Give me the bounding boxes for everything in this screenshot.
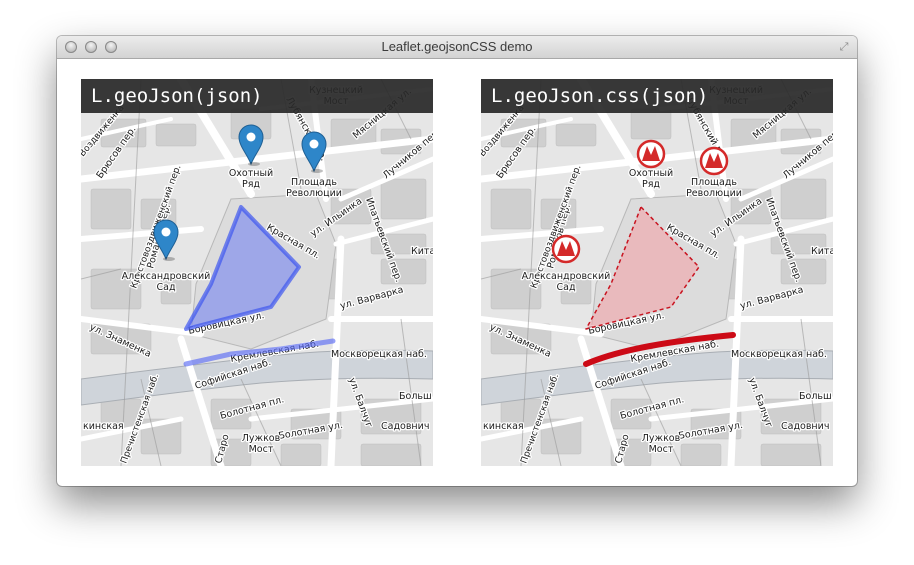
label-sadovnich: Садовнич xyxy=(781,421,829,432)
fullscreen-icon[interactable]: ⤢ xyxy=(837,40,851,54)
label-ploshchad-revolyutsii: Площадь Революции xyxy=(286,177,342,199)
metro-logo-icon xyxy=(551,234,581,264)
label-bolshaya: Больш xyxy=(399,391,432,402)
label-sadovnich: Садовнич xyxy=(381,421,429,432)
label-ploshchad-revolyutsii: Площадь Революции xyxy=(686,177,742,199)
label-bolshaya: Больш xyxy=(799,391,832,402)
map-css-geojson[interactable]: КузнецкийМостМясницкая ул.Лубянский пр.Б… xyxy=(481,79,833,466)
label-kitay: Китай xyxy=(411,246,433,257)
window-title: Leaflet.geojsonCSS demo xyxy=(381,39,533,54)
marker-okhotny-ryad[interactable] xyxy=(636,139,666,169)
label-kropotkinskaya: кинская xyxy=(483,421,524,432)
marker-alexandrovsky-sad[interactable] xyxy=(551,234,581,264)
map-header-css: L.geoJson.css(json) xyxy=(481,79,833,113)
marker-ploshchad-revolyutsii[interactable] xyxy=(699,146,729,176)
metro-logo-icon xyxy=(636,139,666,169)
title-bar[interactable]: Leaflet.geojsonCSS demo ⤢ xyxy=(57,36,857,59)
label-moskvoretskaya: Москворецкая наб. xyxy=(731,349,827,360)
browser-window: Leaflet.geojsonCSS demo ⤢ КузнецкийМостМ… xyxy=(57,36,857,486)
map-default-geojson[interactable]: КузнецкийМостМясницкая ул.Лубянский пр.Б… xyxy=(81,79,433,466)
label-moskvoretskaya: Москворецкая наб. xyxy=(331,349,427,360)
map-header-default: L.geoJson(json) xyxy=(81,79,433,113)
label-kropotkinskaya: кинская xyxy=(83,421,124,432)
metro-logo-icon xyxy=(699,146,729,176)
label-kitay: Китай xyxy=(811,246,833,257)
